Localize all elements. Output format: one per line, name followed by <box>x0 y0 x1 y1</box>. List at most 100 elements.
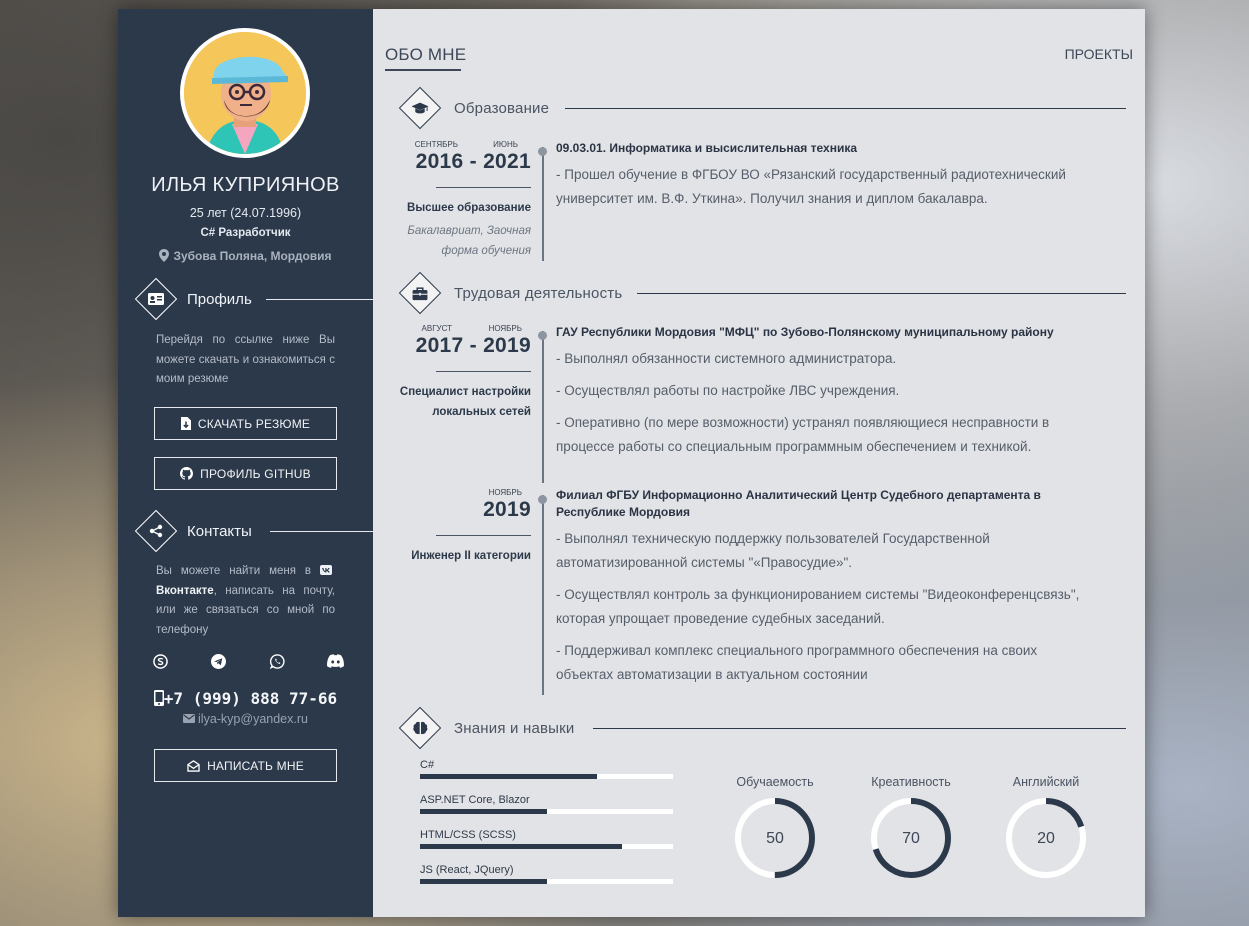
tab-projects[interactable]: ПРОЕКТЫ <box>1065 46 1133 62</box>
id-card-icon <box>148 293 164 305</box>
resume-card: ИЛЬЯ КУПРИЯНОВ 25 лет (24.07.1996) C# Ра… <box>118 9 1145 917</box>
github-icon <box>180 467 194 480</box>
profile-location: Зубова Поляна, Мордовия <box>118 249 373 263</box>
gauge-value: 70 <box>902 830 920 847</box>
education-form-line1: Бакалавриат, Заочная <box>407 225 531 237</box>
work2-month-end: НОЯБРЬ <box>488 488 522 497</box>
education-separator <box>436 187 531 188</box>
education-degree: Высшее образование <box>407 202 531 214</box>
gauge-ring: 20 <box>1006 798 1086 878</box>
work2-separator <box>436 535 531 536</box>
work2-item-2: - Осуществлял контроль за функционирован… <box>556 587 1080 626</box>
work1-entry-title: ГАУ Республики Мордовия "МФЦ" по Зубово-… <box>556 325 1054 339</box>
phone-value: +7 (999) 888 77-66 <box>163 689 338 708</box>
work1-years: 2017 - 2019 <box>415 334 531 357</box>
skill-track <box>420 844 673 849</box>
gauge-value: 20 <box>1037 830 1055 847</box>
profile-name: ИЛЬЯ КУПРИЯНОВ <box>151 174 340 196</box>
education-form-line2: форма обучения <box>441 245 531 257</box>
work-heading-line <box>637 293 1126 294</box>
telegram-icon[interactable] <box>207 654 231 669</box>
gauge-creativity: Креативность 70 <box>856 775 966 880</box>
contacts-diamond <box>134 509 178 553</box>
education-heading-label: Образование <box>454 99 550 117</box>
contacts-heading: Контакты <box>134 509 373 553</box>
education-timeline-line <box>542 147 544 261</box>
education-timeline-dot <box>538 147 547 156</box>
work1-position-line2: локальных сетей <box>432 406 531 418</box>
skill-bar-js: JS (React, JQuery) <box>420 864 673 884</box>
profile-diamond <box>134 277 178 321</box>
location-label: Зубова Поляна, Мордовия <box>173 249 332 263</box>
gauge-learning: Обучаемость 50 <box>720 775 830 880</box>
education-entry-title: 09.03.01. Информатика и высислительная т… <box>556 141 857 155</box>
skill-bar-html-css: HTML/CSS (SCSS) <box>420 829 673 849</box>
contacts-heading-line <box>270 531 373 532</box>
work1-month-end: НОЯБРЬ <box>488 324 522 333</box>
skill-fill <box>420 774 598 779</box>
contacts-text-before: Вы можете найти меня в <box>156 565 320 577</box>
work2-item-1: - Выполнял техническую поддержку пользов… <box>556 531 990 570</box>
write-me-button[interactable]: НАПИСАТЬ МНЕ <box>154 749 337 782</box>
gauge-label: Обучаемость <box>736 775 814 789</box>
education-month-end: ИЮНЬ <box>493 140 518 149</box>
main-content: ОБО МНЕ ПРОЕКТЫ Образование СЕНТЯБРЬ ИЮН… <box>373 9 1145 917</box>
work-heading: Трудовая деятельность <box>398 271 623 315</box>
skills-heading-line <box>593 728 1126 729</box>
skype-icon[interactable] <box>148 654 172 669</box>
education-heading-line <box>565 108 1126 109</box>
work2-entry-title: Филиал ФГБУ Информационно Аналитический … <box>556 488 1041 519</box>
skill-label: ASP.NET Core, Blazor <box>420 794 530 806</box>
work1-item-3: - Оперативно (по мере возможности) устра… <box>556 415 1050 454</box>
gauge-label: Креативность <box>871 775 951 789</box>
briefcase-icon <box>412 286 428 300</box>
brain-icon <box>412 721 428 734</box>
phone-number[interactable]: +7 (999) 888 77-66 <box>118 689 373 708</box>
envelope-open-icon <box>187 759 200 772</box>
work1-position-line1: Специалист настройки <box>399 386 531 398</box>
work1-item-2: - Осуществлял работы по настройке ЛВС уч… <box>556 383 900 398</box>
gauge-ring: 70 <box>871 798 951 878</box>
skill-fill <box>420 844 623 849</box>
education-entry-dates: СЕНТЯБРЬ ИЮНЬ 2016 - 2021 Высшее образов… <box>402 140 531 280</box>
skill-label: JS (React, JQuery) <box>420 864 514 876</box>
contacts-heading-label: Контакты <box>187 522 252 540</box>
file-download-icon <box>180 417 191 430</box>
work2-position: Инженер II категории <box>411 550 531 562</box>
github-profile-label: ПРОФИЛЬ GITHUB <box>200 466 311 481</box>
profile-age: 25 лет (24.07.1996) <box>189 206 302 220</box>
skills-diamond <box>398 706 442 750</box>
map-marker-icon <box>159 249 170 262</box>
work-heading-label: Трудовая деятельность <box>454 284 623 302</box>
contacts-text: Вы можете найти меня в Вконтакте, написа… <box>156 562 335 640</box>
download-resume-button[interactable]: СКАЧАТЬ РЕЗЮМЕ <box>154 407 337 440</box>
whatsapp-icon[interactable] <box>265 654 289 669</box>
profile-heading-line <box>266 299 373 300</box>
work1-separator <box>436 371 531 372</box>
work-entry2-dates: НОЯБРЬ 2019 Инженер II категории <box>402 488 531 568</box>
skills-heading-label: Знания и навыки <box>454 719 575 737</box>
profile-heading-label: Профиль <box>187 290 252 308</box>
education-diamond <box>398 86 442 130</box>
discord-icon[interactable] <box>324 654 348 669</box>
profile-heading: Профиль <box>134 277 373 321</box>
vk-icon <box>320 565 332 575</box>
education-years: 2016 - 2021 <box>415 150 531 173</box>
profile-text: Перейдя по ссылке ниже Вы можете скачать… <box>156 334 335 385</box>
email-value: ilya-kyp@yandex.ru <box>198 712 308 726</box>
email-address[interactable]: ilya-kyp@yandex.ru <box>118 712 373 726</box>
tab-about[interactable]: ОБО МНЕ <box>385 45 466 65</box>
share-icon <box>149 524 163 538</box>
work1-timeline-line <box>542 331 544 483</box>
gauge-label: Английский <box>1012 775 1080 789</box>
vk-link[interactable]: Вконтакте <box>156 585 214 597</box>
envelope-icon <box>183 714 196 723</box>
skill-label: HTML/CSS (SCSS) <box>420 829 516 841</box>
github-profile-button[interactable]: ПРОФИЛЬ GITHUB <box>154 457 337 490</box>
work1-timeline-dot <box>538 331 547 340</box>
skill-track <box>420 809 673 814</box>
skill-fill <box>420 809 547 814</box>
work-entry1-dates: АВГУСТ НОЯБРЬ 2017 - 2019 Специалист нас… <box>399 324 531 434</box>
social-links <box>148 654 348 669</box>
education-month-start: СЕНТЯБРЬ <box>414 140 458 149</box>
